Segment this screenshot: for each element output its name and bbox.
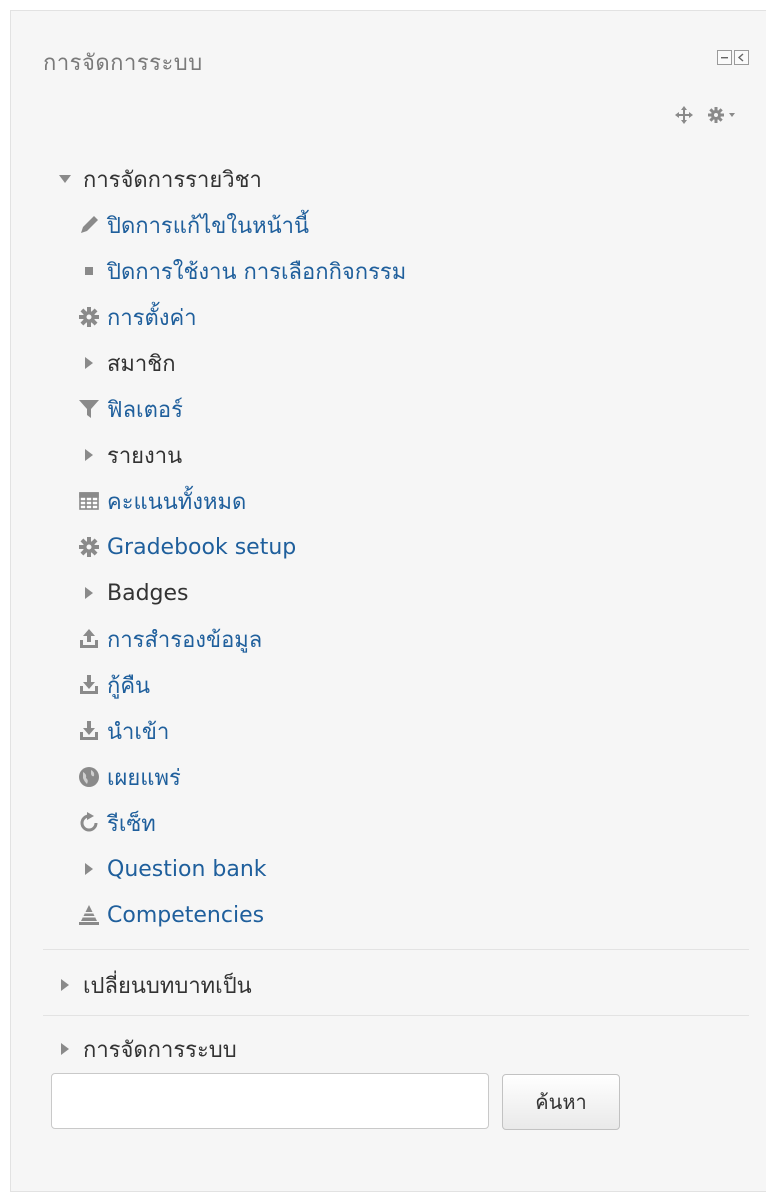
tree-item-label: เผยแพร่ <box>107 765 181 791</box>
tree-item-activity-chooser[interactable]: ปิดการใช้งาน การเลือกกิจกรรม <box>77 251 406 291</box>
tree-item-competencies[interactable]: Competencies <box>77 895 264 935</box>
tree-item-grades[interactable]: คะแนนทั้งหมด <box>77 481 246 521</box>
gear-menu-icon[interactable] <box>707 106 737 124</box>
switch-role-label: เปลี่ยนบทบาทเป็น <box>83 973 252 999</box>
tree-item-question-bank[interactable]: Question bank <box>77 849 267 889</box>
expand-arrow-icon <box>53 973 77 997</box>
collapse-arrow-icon <box>53 167 77 191</box>
globe-icon <box>77 765 101 789</box>
tree-item-restore[interactable]: กู้คืน <box>77 665 150 705</box>
gear-icon <box>77 535 101 559</box>
administration-block: การจัดการระบบ การจัดการรายวิชา ปิดการแก้… <box>10 10 766 1192</box>
tree-item-label: Question bank <box>107 856 267 882</box>
minimize-icon[interactable] <box>717 50 732 65</box>
tree-item-label: Competencies <box>107 902 265 928</box>
tree-item-label: การสำรองข้อมูล <box>107 627 263 653</box>
tree-item-edit-off[interactable]: ปิดการแก้ไขในหน้านี้ <box>77 205 309 245</box>
tree-item-backup[interactable]: การสำรองข้อมูล <box>77 619 262 659</box>
expand-arrow-icon <box>53 1037 77 1061</box>
site-admin-node[interactable]: การจัดการระบบ <box>53 1029 237 1069</box>
search-input[interactable] <box>51 1073 489 1129</box>
pencil-icon <box>77 213 101 237</box>
download-icon <box>77 673 101 697</box>
bullet-icon <box>77 259 101 283</box>
tree-item-label: คะแนนทั้งหมด <box>107 489 247 515</box>
gear-icon <box>77 305 101 329</box>
tree-item-publish[interactable]: เผยแพร่ <box>77 757 181 797</box>
search-button[interactable]: ค้นหา <box>502 1074 620 1130</box>
course-admin-node[interactable]: การจัดการรายวิชา <box>53 159 262 199</box>
tree-item-label: รีเซ็ท <box>107 811 156 837</box>
tree-item-label: ปิดการใช้งาน การเลือกกิจกรรม <box>107 259 407 285</box>
tree-item-label: นำเข้า <box>107 719 170 745</box>
tree-item-reports[interactable]: รายงาน <box>77 435 182 475</box>
expand-arrow-icon <box>77 443 101 467</box>
tree-item-label: Badges <box>107 580 189 606</box>
divider <box>43 949 749 950</box>
table-icon <box>77 489 101 513</box>
expand-arrow-icon <box>77 581 101 605</box>
tree-item-label: กู้คืน <box>107 673 151 699</box>
move-icon[interactable] <box>675 106 693 124</box>
course-admin-label: การจัดการรายวิชา <box>83 167 262 193</box>
reset-icon <box>77 811 101 835</box>
block-actions <box>675 106 737 124</box>
competencies-icon <box>77 903 101 927</box>
block-controls <box>717 50 749 65</box>
tree-item-label: ฟิลเตอร์ <box>107 397 183 423</box>
expand-arrow-icon <box>77 351 101 375</box>
tree-item-badges[interactable]: Badges <box>77 573 189 613</box>
tree-item-import[interactable]: นำเข้า <box>77 711 169 751</box>
tree-item-reset[interactable]: รีเซ็ท <box>77 803 156 843</box>
upload-icon <box>77 627 101 651</box>
filter-icon <box>77 397 101 421</box>
tree-item-label: Gradebook setup <box>107 534 297 560</box>
tree-item-label: รายงาน <box>107 443 183 469</box>
switch-role-node[interactable]: เปลี่ยนบทบาทเป็น <box>53 965 252 1005</box>
expand-arrow-icon <box>77 857 101 881</box>
tree-item-members[interactable]: สมาชิก <box>77 343 176 383</box>
tree-item-settings[interactable]: การตั้งค่า <box>77 297 197 337</box>
dock-icon[interactable] <box>734 50 749 65</box>
tree-item-label: ปิดการแก้ไขในหน้านี้ <box>107 213 310 239</box>
tree-item-filters[interactable]: ฟิลเตอร์ <box>77 389 183 429</box>
tree-item-label: การตั้งค่า <box>107 305 197 331</box>
tree-item-gradebook-setup[interactable]: Gradebook setup <box>77 527 296 567</box>
tree-item-label: สมาชิก <box>107 351 176 377</box>
download-icon <box>77 719 101 743</box>
block-title: การจัดการระบบ <box>43 51 203 76</box>
divider <box>43 1015 749 1016</box>
site-admin-label: การจัดการระบบ <box>83 1037 237 1063</box>
